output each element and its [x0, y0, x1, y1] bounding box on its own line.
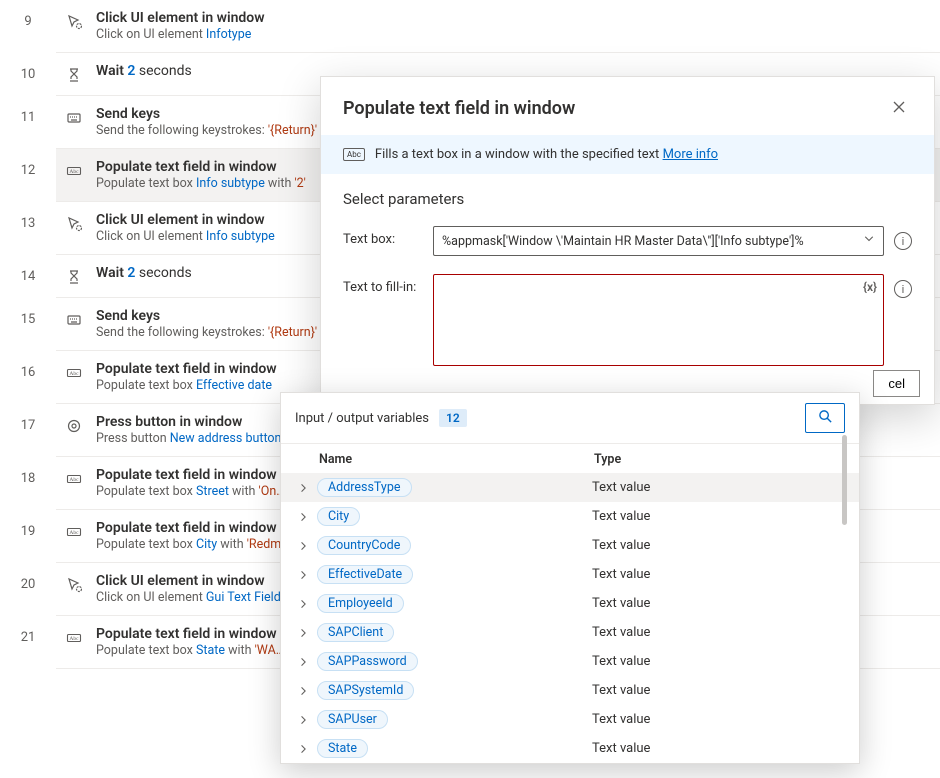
- step-title: Click UI element in window: [96, 10, 926, 26]
- chevron-right-icon: [289, 715, 317, 725]
- step-number: 12: [0, 149, 56, 202]
- variable-name: SAPSystemId: [317, 681, 414, 700]
- chevron-right-icon: [289, 686, 317, 696]
- text-to-fill-input[interactable]: {x}: [433, 274, 884, 366]
- variable-row[interactable]: SAPSystemId Text value: [281, 676, 859, 705]
- variable-name: SAPUser: [317, 710, 388, 729]
- params-heading: Select parameters: [343, 190, 912, 208]
- step-number: 14: [0, 255, 56, 298]
- dialog-title: Populate text field in window: [343, 98, 575, 119]
- col-name: Name: [319, 452, 594, 467]
- variable-type: Text value: [592, 712, 845, 727]
- variable-type: Text value: [592, 654, 845, 669]
- variable-type: Text value: [592, 480, 845, 495]
- variable-name: State: [317, 739, 368, 758]
- variable-name: CountryCode: [317, 536, 411, 555]
- variable-row[interactable]: State Text value: [281, 734, 859, 763]
- step-number: 9: [0, 0, 56, 53]
- step-number: 10: [0, 53, 56, 96]
- chevron-right-icon: [289, 570, 317, 580]
- varpop-count: 12: [439, 409, 467, 427]
- cancel-button[interactable]: cel: [873, 370, 920, 397]
- variable-row[interactable]: EffectiveDate Text value: [281, 560, 859, 589]
- variable-row[interactable]: CountryCode Text value: [281, 531, 859, 560]
- abc-icon: Abc: [343, 148, 365, 161]
- chevron-right-icon: [289, 541, 317, 551]
- variable-type: Text value: [592, 625, 845, 640]
- more-info-link[interactable]: More info: [663, 147, 718, 162]
- search-icon: [818, 409, 833, 427]
- textbox-value: %appmask['Window \'Maintain HR Master Da…: [442, 234, 804, 249]
- wait-icon: [64, 267, 84, 287]
- variable-row[interactable]: SAPPassword Text value: [281, 647, 859, 676]
- varpop-heading: Input / output variables: [295, 411, 429, 426]
- variable-name: City: [317, 507, 360, 526]
- abc-icon: [64, 522, 84, 542]
- info-banner: Abc Fills a text box in a window with th…: [321, 135, 934, 174]
- chevron-right-icon: [289, 483, 317, 493]
- close-icon: [892, 100, 906, 117]
- scrollbar[interactable]: [842, 435, 847, 525]
- variable-type: Text value: [592, 567, 845, 582]
- step-number: 16: [0, 351, 56, 404]
- variable-name: EmployeeId: [317, 594, 404, 613]
- col-type: Type: [594, 452, 845, 467]
- info-text: Fills a text box in a window with the sp…: [375, 147, 659, 162]
- step-row[interactable]: 9Click UI element in windowClick on UI e…: [0, 0, 940, 53]
- cursor-icon: [64, 575, 84, 595]
- chevron-down-icon: [863, 233, 875, 249]
- variable-name: AddressType: [317, 478, 412, 497]
- textbox-selector[interactable]: %appmask['Window \'Maintain HR Master Da…: [433, 226, 884, 256]
- variables-list[interactable]: AddressTypeText valueCityText valueCount…: [281, 473, 859, 763]
- variable-type: Text value: [592, 683, 845, 698]
- chevron-right-icon: [289, 628, 317, 638]
- cursor-icon: [64, 214, 84, 234]
- abc-icon: [64, 363, 84, 383]
- info-icon[interactable]: i: [894, 232, 912, 250]
- variable-type: Text value: [592, 538, 845, 553]
- step-desc: Click on UI element Infotype: [96, 27, 926, 42]
- keyboard-icon: [64, 310, 84, 330]
- close-button[interactable]: [886, 95, 912, 121]
- variable-row[interactable]: SAPUser Text value: [281, 705, 859, 734]
- variable-row[interactable]: City Text value: [281, 502, 859, 531]
- search-button[interactable]: [805, 403, 845, 433]
- chevron-right-icon: [289, 744, 317, 754]
- chevron-right-icon: [289, 599, 317, 609]
- abc-icon: [64, 161, 84, 181]
- abc-icon: [64, 628, 84, 648]
- wait-icon: [64, 65, 84, 85]
- step-number: 13: [0, 202, 56, 255]
- variable-name: SAPClient: [317, 623, 394, 642]
- keyboard-icon: [64, 108, 84, 128]
- variable-row[interactable]: EmployeeId Text value: [281, 589, 859, 618]
- textbox-label: Text box:: [343, 226, 433, 247]
- variable-row[interactable]: SAPClient Text value: [281, 618, 859, 647]
- variables-popup: Input / output variables 12 Name Type Ad…: [280, 392, 860, 764]
- chevron-right-icon: [289, 512, 317, 522]
- info-icon[interactable]: i: [894, 280, 912, 298]
- variable-type: Text value: [592, 741, 845, 756]
- variable-type: Text value: [592, 509, 845, 524]
- populate-dialog: Populate text field in window Abc Fills …: [320, 76, 935, 405]
- step-number: 15: [0, 298, 56, 351]
- insert-variable-button[interactable]: {x}: [863, 280, 877, 294]
- step-number: 19: [0, 510, 56, 563]
- step-number: 21: [0, 616, 56, 669]
- variable-type: Text value: [592, 596, 845, 611]
- fillin-label: Text to fill-in:: [343, 274, 433, 295]
- variable-name: EffectiveDate: [317, 565, 413, 584]
- step-number: 18: [0, 457, 56, 510]
- step-number: 11: [0, 96, 56, 149]
- step-number: 17: [0, 404, 56, 457]
- press-icon: [64, 416, 84, 436]
- chevron-right-icon: [289, 657, 317, 667]
- step-number: 20: [0, 563, 56, 616]
- step-card[interactable]: Click UI element in windowClick on UI el…: [56, 0, 940, 53]
- variable-row[interactable]: AddressType Text value: [281, 473, 859, 502]
- cursor-icon: [64, 12, 84, 32]
- abc-icon: [64, 469, 84, 489]
- variable-name: SAPPassword: [317, 652, 418, 671]
